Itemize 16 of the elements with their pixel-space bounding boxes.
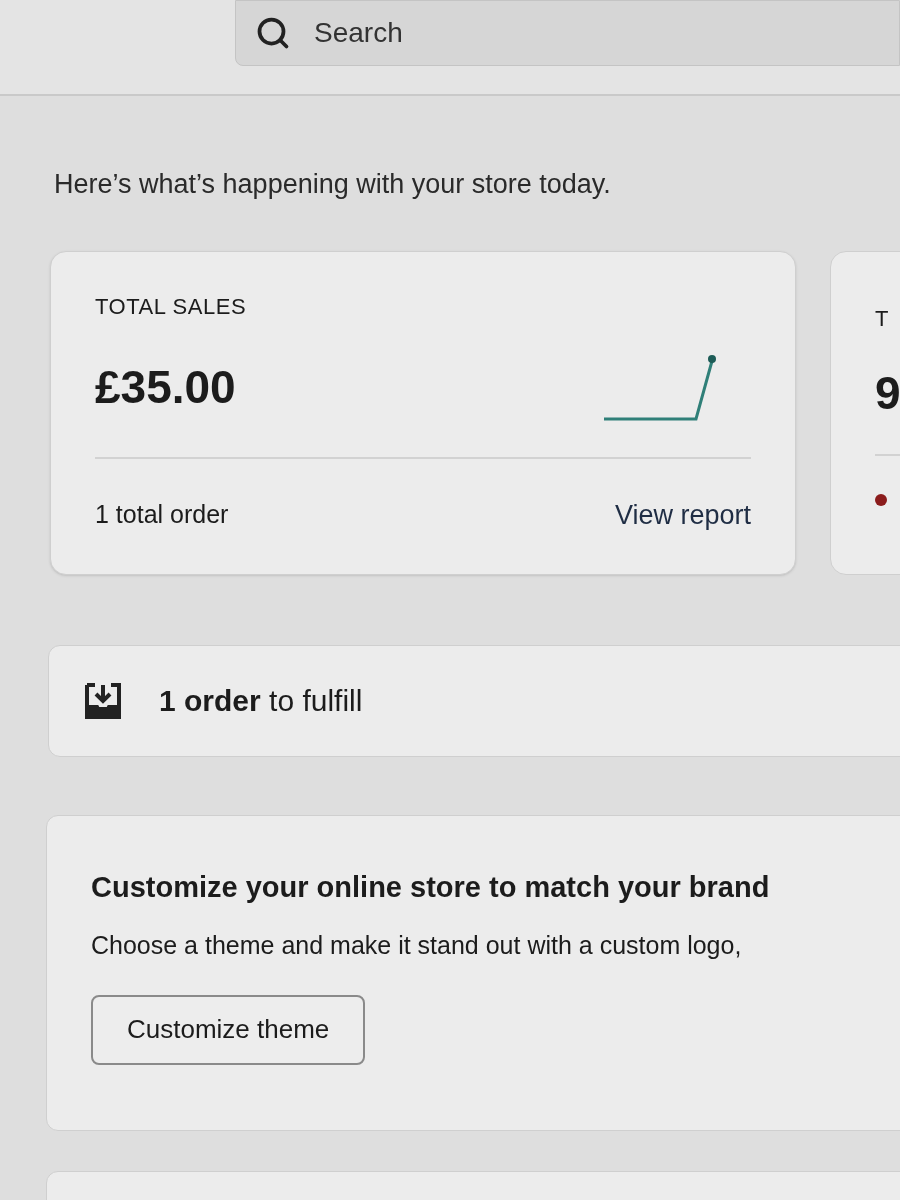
search-field[interactable]: Search [235,0,900,66]
inbox-download-icon [83,682,123,719]
customize-text: Choose a theme and make it stand out with a custom logo, [91,930,743,961]
sales-amount: £35.00 [95,360,236,415]
card-title: T [875,304,890,333]
metric-amount: 9 [875,365,900,421]
status-dot-icon [875,493,887,506]
intro-text: Here’s what’s happening with your store today. [54,168,612,201]
customize-theme-button[interactable]: Customize theme [91,994,366,1065]
search-icon [255,15,291,51]
fulfill-card[interactable]: 1 order to fulfill [48,644,900,757]
customize-title: Customize your online store to match your brand [91,869,771,905]
card-title: TOTAL SALES [95,292,248,321]
fulfill-text: 1 order to fulfill [159,683,363,719]
order-count: 1 total order [95,499,229,530]
view-report-link[interactable]: View report [614,494,751,535]
